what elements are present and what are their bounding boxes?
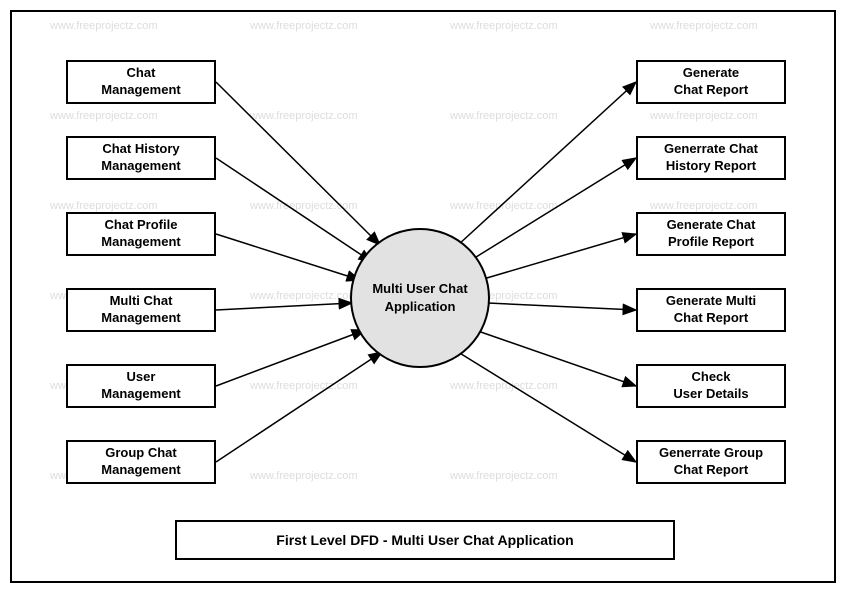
diagram-title: First Level DFD - Multi User Chat Applic… bbox=[175, 520, 675, 560]
box-chat-history-management: Chat HistoryManagement bbox=[66, 136, 216, 180]
box-generate-chat-profile-report: Generate ChatProfile Report bbox=[636, 212, 786, 256]
box-chat-profile-management: Chat ProfileManagement bbox=[66, 212, 216, 256]
box-check-user-details: CheckUser Details bbox=[636, 364, 786, 408]
box-user-management: UserManagement bbox=[66, 364, 216, 408]
box-group-chat-management: Group ChatManagement bbox=[66, 440, 216, 484]
box-generate-group-chat-report: Generrate GroupChat Report bbox=[636, 440, 786, 484]
center-process: Multi User ChatApplication bbox=[350, 228, 490, 368]
box-generate-chat-history-report: Generrate ChatHistory Report bbox=[636, 136, 786, 180]
box-generate-multi-chat-report: Generate MultiChat Report bbox=[636, 288, 786, 332]
box-chat-management: ChatManagement bbox=[66, 60, 216, 104]
box-generate-chat-report: GenerateChat Report bbox=[636, 60, 786, 104]
box-multi-chat-management: Multi ChatManagement bbox=[66, 288, 216, 332]
